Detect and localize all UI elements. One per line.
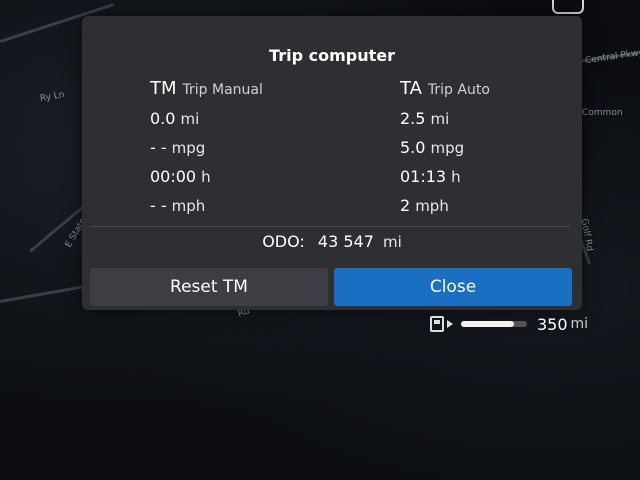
trip-manual-abbr: TM bbox=[150, 78, 177, 99]
ta-economy-unit: mpg bbox=[430, 138, 465, 157]
ta-distance-unit: mi bbox=[430, 109, 450, 128]
dialog-title: Trip computer bbox=[269, 46, 395, 65]
map-label: Common bbox=[582, 108, 623, 118]
tm-economy-value: - - bbox=[150, 138, 167, 157]
map-label: Ry Ln bbox=[39, 89, 66, 105]
tm-distance-value: 0.0 bbox=[150, 109, 176, 128]
tm-time-row: 00:00 h bbox=[150, 162, 263, 191]
ta-distance-value: 2.5 bbox=[400, 109, 426, 128]
odometer: ODO: 43 547 mi bbox=[82, 232, 582, 251]
ta-distance-row: 2.5 mi bbox=[400, 104, 490, 133]
tm-distance-row: 0.0 mi bbox=[150, 104, 263, 133]
ta-speed-row: 2 mph bbox=[400, 191, 490, 220]
ta-speed-value: 2 bbox=[400, 196, 411, 215]
fuel-level-bar bbox=[461, 321, 527, 327]
tm-economy-row: - - mpg bbox=[150, 133, 263, 162]
trip-manual-header: TM Trip Manual bbox=[150, 78, 263, 104]
tm-speed-unit: mph bbox=[171, 196, 206, 215]
ta-time-value: 01:13 bbox=[400, 167, 447, 186]
reset-tm-button[interactable]: Reset TM bbox=[90, 268, 328, 306]
odo-value: 43 547 bbox=[317, 232, 374, 251]
divider bbox=[90, 226, 570, 227]
trip-manual-name: Trip Manual bbox=[182, 82, 263, 98]
ta-speed-unit: mph bbox=[415, 196, 449, 215]
trip-auto-column: TA Trip Auto 2.5 mi 5.0 mpg 01:13 h 2 mp… bbox=[400, 78, 490, 220]
tm-time-unit: h bbox=[201, 167, 211, 186]
fuel-range-value: 350 bbox=[537, 314, 568, 334]
fuel-door-arrow-icon bbox=[447, 320, 453, 328]
ta-economy-row: 5.0 mpg bbox=[400, 133, 490, 162]
fuel-range-indicator: 350 mi bbox=[430, 312, 600, 336]
trip-auto-header: TA Trip Auto bbox=[400, 78, 490, 104]
tm-time-value: 00:00 bbox=[150, 167, 197, 186]
fuel-level-fill bbox=[461, 321, 514, 327]
trip-manual-column: TM Trip Manual 0.0 mi - - mpg 00:00 h - … bbox=[150, 78, 263, 220]
trip-auto-name: Trip Auto bbox=[427, 82, 490, 98]
ta-economy-value: 5.0 bbox=[400, 138, 426, 157]
map-label: Central Pkwy bbox=[584, 47, 640, 67]
ta-time-unit: h bbox=[451, 167, 461, 186]
tm-economy-unit: mpg bbox=[171, 138, 206, 157]
trip-computer-dialog: Trip computer TM Trip Manual 0.0 mi - - … bbox=[82, 16, 582, 310]
tm-distance-unit: mi bbox=[180, 109, 200, 128]
ta-time-row: 01:13 h bbox=[400, 162, 490, 191]
fuel-range-unit: mi bbox=[570, 316, 589, 332]
odo-label: ODO: bbox=[262, 232, 305, 251]
trip-auto-abbr: TA bbox=[400, 78, 422, 99]
tm-speed-value: - - bbox=[150, 196, 167, 215]
odo-unit: mi bbox=[383, 233, 402, 251]
phone-tray-icon bbox=[552, 0, 584, 14]
tm-speed-row: - - mph bbox=[150, 191, 263, 220]
fuel-pump-icon bbox=[430, 316, 444, 332]
close-button[interactable]: Close bbox=[334, 268, 572, 306]
